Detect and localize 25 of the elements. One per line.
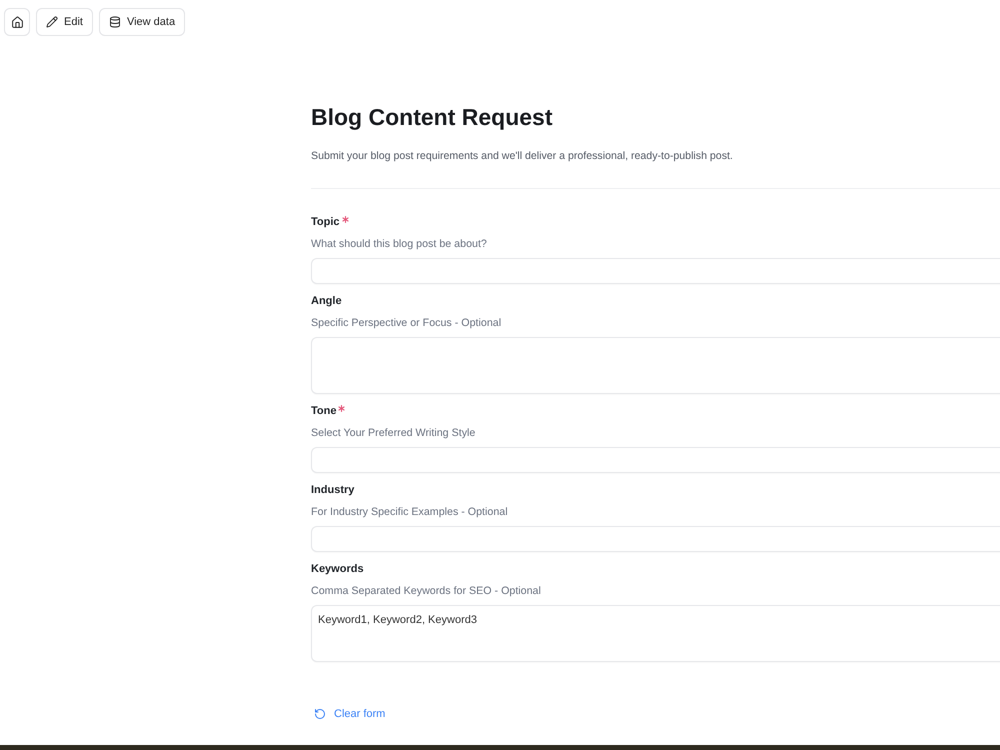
database-icon [108, 16, 121, 28]
field-hint: Specific Perspective or Focus - Optional [311, 316, 502, 331]
home-icon [10, 16, 24, 28]
field-label: Tone [311, 404, 336, 419]
form-title: Blog Content Request [311, 103, 552, 131]
field-hint: For Industry Specific Examples - Optional [311, 505, 508, 520]
toolbar-button[interactable]: Edit [36, 8, 93, 36]
field-hint: Comma Separated Keywords for SEO - Optional [311, 584, 541, 599]
text-area[interactable]: Keyword1, Keyword2, Keyword3 [311, 605, 1000, 662]
input-field[interactable] [311, 258, 1000, 284]
field-label: Industry [311, 483, 354, 498]
field-hint: What should this blog post be about? [311, 237, 487, 252]
home-button[interactable] [4, 8, 30, 36]
field-hint: Select Your Preferred Writing Style [311, 426, 476, 441]
clear-form-button[interactable]: Clear form [311, 706, 386, 722]
form-description: Submit your blog post requirements and we'll deliver a professional, ready-to-publish post. [311, 149, 733, 164]
field-label: Angle [311, 294, 342, 309]
text-area[interactable] [311, 337, 1000, 394]
field-label: Topic [311, 215, 340, 230]
input-field[interactable] [311, 526, 1000, 552]
input-field[interactable] [311, 447, 1000, 473]
toolbar-button[interactable]: View data [98, 8, 186, 36]
field-label: Keywords [311, 562, 364, 577]
pencil-icon [46, 16, 58, 28]
reset-icon [314, 708, 326, 720]
